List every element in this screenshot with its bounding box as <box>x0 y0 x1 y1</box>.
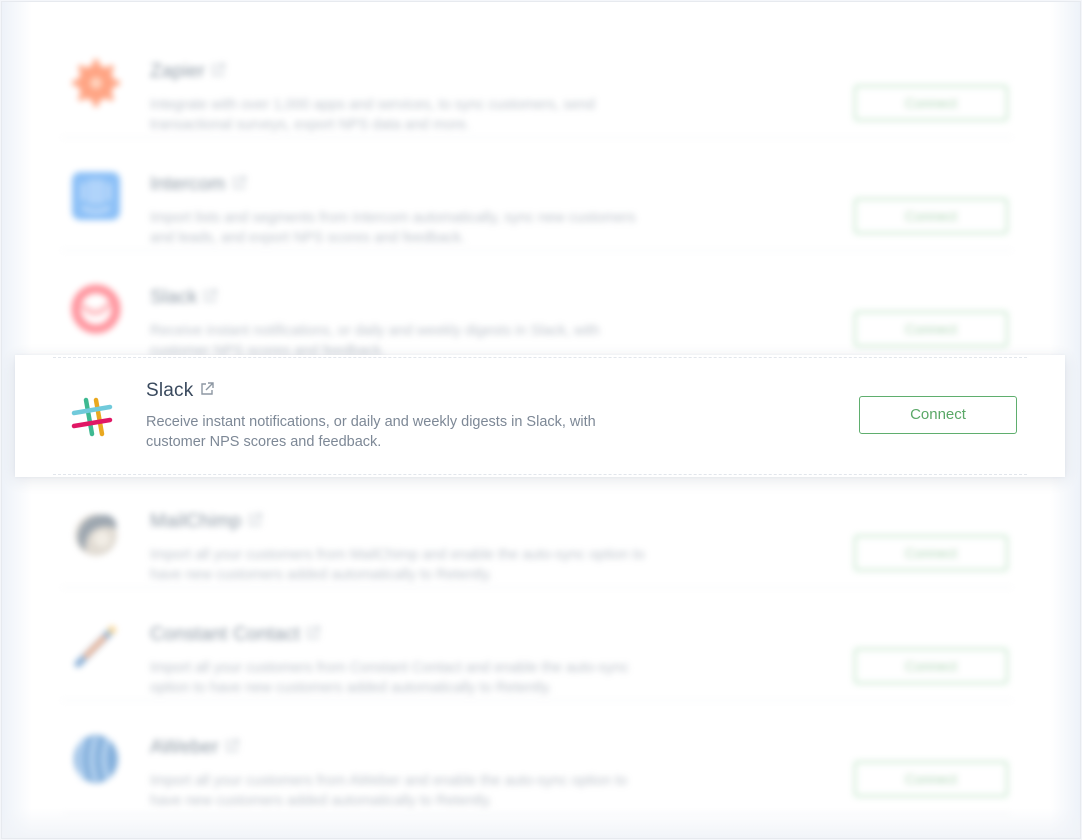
integration-description: Import all your customers from Constant … <box>150 660 629 696</box>
connect-button[interactable]: Connect <box>854 761 1008 797</box>
integration-card-slack: Slack Receive instant notifications, or … <box>15 355 1065 477</box>
integration-description: Import lists and segments from Intercom … <box>150 210 636 246</box>
external-link-icon[interactable] <box>225 739 239 753</box>
aweber-icon <box>74 735 118 783</box>
external-link-icon[interactable] <box>200 382 215 396</box>
zapier-icon <box>72 59 120 107</box>
integration-name: Zapier <box>150 61 225 83</box>
connect-button[interactable]: Connect <box>854 311 1008 347</box>
integration-row-aweber: AWeber Import all your customers from AW… <box>2 701 1082 814</box>
integration-row-zapier: Zapier Integrate with over 1,000 apps an… <box>2 25 1082 138</box>
connect-button[interactable]: Connect <box>854 198 1008 234</box>
slack-hash-icon <box>71 397 113 437</box>
integration-description: Import all your customers from AWeber an… <box>150 773 628 809</box>
integration-row-constant-contact: Constant Contact Import all your custome… <box>2 588 1082 701</box>
connect-button[interactable]: Connect <box>854 535 1008 571</box>
integration-row-intercom: Intercom Import lists and segments from … <box>2 138 1082 251</box>
integration-row-mailchimp: MailChimp Import all your customers from… <box>2 475 1082 588</box>
bottom-fade <box>2 808 1080 838</box>
connect-button[interactable]: Connect <box>859 396 1017 434</box>
integration-name: AWeber <box>150 737 239 759</box>
integration-name: Intercom <box>150 174 246 196</box>
intercom-icon <box>72 172 120 220</box>
integration-description: Import all your customers from MailChimp… <box>150 547 645 583</box>
slack-icon <box>71 284 121 334</box>
integration-name: Slack <box>150 287 218 309</box>
mailchimp-icon <box>75 514 117 556</box>
card-divider-top <box>53 357 1027 358</box>
integration-description: Receive instant notifications, or daily … <box>146 414 596 450</box>
constant-contact-icon <box>74 626 116 668</box>
card-divider-bottom <box>53 474 1027 475</box>
external-link-icon[interactable] <box>306 626 320 640</box>
external-link-icon[interactable] <box>203 289 218 303</box>
connect-button[interactable]: Connect <box>854 648 1008 684</box>
external-link-icon[interactable] <box>248 513 262 527</box>
integration-name: Slack <box>146 380 215 402</box>
connect-button[interactable]: Connect <box>854 85 1008 121</box>
integration-row-slack-old: Slack Receive instant notifications, or … <box>2 251 1082 364</box>
integration-name: MailChimp <box>150 511 262 533</box>
external-link-icon[interactable] <box>232 176 246 190</box>
integration-description: Integrate with over 1,000 apps and servi… <box>150 97 595 133</box>
integration-name: Constant Contact <box>150 624 320 646</box>
external-link-icon[interactable] <box>211 63 225 77</box>
